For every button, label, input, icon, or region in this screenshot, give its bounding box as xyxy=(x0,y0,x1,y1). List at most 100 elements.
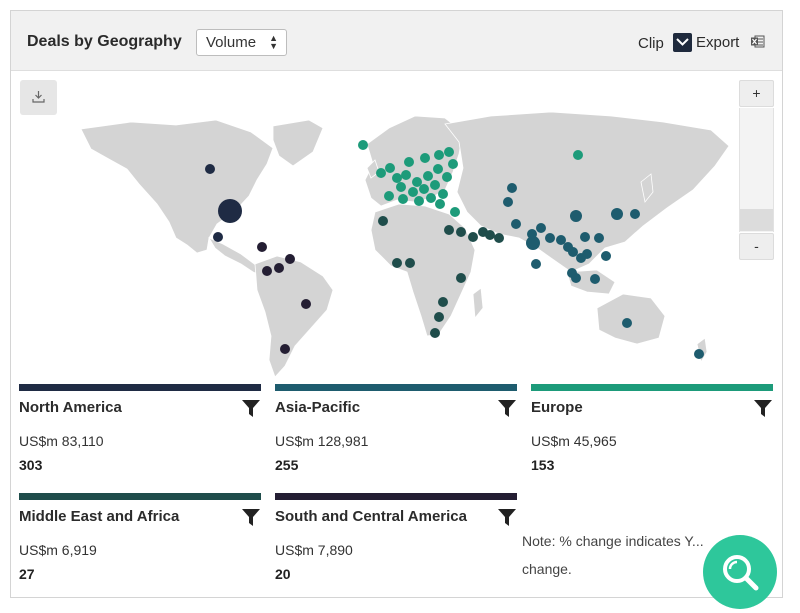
marker-south-central-america xyxy=(257,242,267,252)
region-color-bar xyxy=(275,493,517,500)
search-fab-button[interactable] xyxy=(703,535,777,609)
marker-north-america xyxy=(213,232,223,242)
region-count: 153 xyxy=(531,457,555,473)
select-arrows-icon: ▲ ▼ xyxy=(269,33,278,51)
marker-europe xyxy=(408,187,418,197)
marker-europe xyxy=(448,159,458,169)
marker-asia-pacific xyxy=(570,210,582,222)
world-map[interactable]: + - xyxy=(11,72,782,377)
marker-asia-pacific xyxy=(630,209,640,219)
marker-middle-east-africa xyxy=(444,225,454,235)
marker-europe xyxy=(423,171,433,181)
marker-europe xyxy=(385,163,395,173)
region-name: Middle East and Africa xyxy=(19,508,180,525)
region-value: US$m 128,981 xyxy=(275,433,369,449)
marker-europe xyxy=(438,189,448,199)
marker-europe xyxy=(392,173,402,183)
panel-header: Deals by Geography Volume ▲ ▼ Clip Export xyxy=(11,11,782,71)
marker-asia-pacific xyxy=(531,259,541,269)
footnote: Note: % change indicates Y... change. xyxy=(522,533,704,577)
marker-asia-pacific xyxy=(590,274,600,284)
excel-icon[interactable] xyxy=(751,35,765,48)
marker-south-central-america xyxy=(274,263,284,273)
land-greenland xyxy=(272,119,324,167)
marker-europe xyxy=(384,191,394,201)
region-value: US$m 6,919 xyxy=(19,542,97,558)
region-name: Europe xyxy=(531,399,583,416)
filter-icon[interactable] xyxy=(754,400,772,417)
marker-asia-pacific xyxy=(571,273,581,283)
marker-asia-pacific xyxy=(580,232,590,242)
region-card-north-america: North America US$m 83,110 303 xyxy=(19,384,261,484)
marker-asia-pacific xyxy=(568,247,578,257)
zoom-in-button[interactable]: + xyxy=(739,80,774,107)
filter-icon[interactable] xyxy=(242,400,260,417)
marker-middle-east-africa xyxy=(392,258,402,268)
filter-icon[interactable] xyxy=(242,509,260,526)
region-color-bar xyxy=(531,384,773,391)
marker-asia-pacific xyxy=(582,249,592,259)
metric-select[interactable]: Volume ▲ ▼ xyxy=(196,29,287,56)
region-value: US$m 7,890 xyxy=(275,542,353,558)
marker-middle-east-africa xyxy=(378,216,388,226)
region-color-bar xyxy=(19,493,261,500)
marker-north-america-large xyxy=(218,199,242,223)
marker-asia-pacific xyxy=(594,233,604,243)
region-value: US$m 83,110 xyxy=(19,433,104,449)
region-color-bar xyxy=(275,384,517,391)
clip-checkbox[interactable] xyxy=(673,33,692,52)
filter-icon[interactable] xyxy=(498,509,516,526)
marker-europe xyxy=(450,207,460,217)
marker-middle-east-africa xyxy=(456,227,466,237)
download-button[interactable] xyxy=(20,80,57,115)
export-button[interactable]: Export xyxy=(696,34,739,51)
marker-asia-pacific xyxy=(536,223,546,233)
marker-europe xyxy=(434,150,444,160)
filter-icon[interactable] xyxy=(498,400,516,417)
region-color-bar xyxy=(19,384,261,391)
search-icon xyxy=(723,555,759,591)
marker-europe xyxy=(401,170,411,180)
metric-select-value: Volume xyxy=(206,34,257,51)
land-north-america xyxy=(80,119,274,254)
region-count: 255 xyxy=(275,457,299,473)
check-icon xyxy=(676,38,689,46)
region-card-asia-pacific: Asia-Pacific US$m 128,981 255 xyxy=(275,384,517,484)
marker-europe xyxy=(430,180,440,190)
marker-middle-east-africa xyxy=(405,258,415,268)
marker-europe xyxy=(420,153,430,163)
marker-south-central-america xyxy=(301,299,311,309)
marker-middle-east-africa xyxy=(494,233,504,243)
marker-middle-east-africa xyxy=(456,273,466,283)
land-central-america xyxy=(208,237,264,277)
clip-label: Clip xyxy=(638,35,664,52)
zoom-out-button[interactable]: - xyxy=(739,233,774,260)
region-name: South and Central America xyxy=(275,508,467,525)
marker-south-central-america xyxy=(285,254,295,264)
region-count: 27 xyxy=(19,566,35,582)
marker-north-america xyxy=(205,164,215,174)
marker-asia-pacific xyxy=(503,197,513,207)
marker-asia-pacific xyxy=(694,349,704,359)
region-card-south-central-america: South and Central America US$m 7,890 20 xyxy=(275,493,517,593)
marker-europe xyxy=(376,168,386,178)
land-madagascar xyxy=(472,287,484,320)
region-card-europe: Europe US$m 45,965 153 xyxy=(531,384,773,484)
zoom-slider-handle[interactable] xyxy=(740,209,773,231)
marker-middle-east-africa xyxy=(468,232,478,242)
marker-asia-pacific xyxy=(507,183,517,193)
marker-europe xyxy=(396,182,406,192)
marker-asia-pacific xyxy=(511,219,521,229)
marker-asia-pacific xyxy=(526,236,540,250)
marker-asia-pacific xyxy=(622,318,632,328)
marker-europe xyxy=(426,193,436,203)
marker-asia-pacific xyxy=(601,251,611,261)
region-value: US$m 45,965 xyxy=(531,433,617,449)
marker-europe xyxy=(414,196,424,206)
marker-south-central-america xyxy=(262,266,272,276)
marker-europe xyxy=(573,150,583,160)
land-masses xyxy=(80,111,730,377)
marker-europe xyxy=(404,157,414,167)
marker-europe xyxy=(358,140,368,150)
marker-europe xyxy=(444,147,454,157)
